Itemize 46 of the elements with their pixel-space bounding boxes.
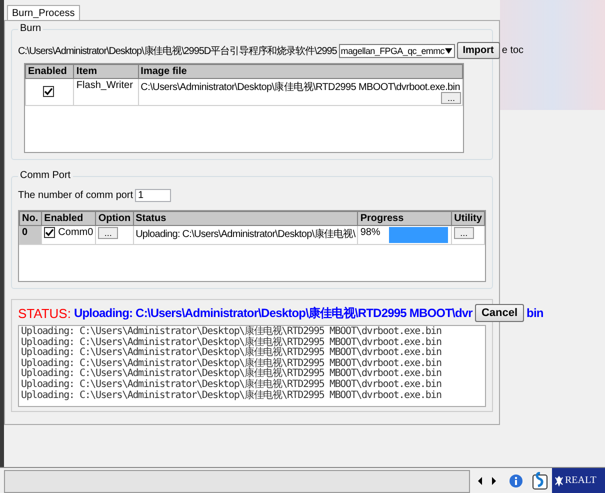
checkbox[interactable]: [42, 86, 54, 98]
column-header: Option: [96, 212, 134, 226]
status-text: Uploading: C:\Users\Administrator\Desktop\康佳电视\RTD2995 MBOOT\dvr: [74, 304, 472, 322]
info-icon[interactable]: [509, 474, 523, 488]
table-cell: Flash_Writer: [74, 78, 138, 106]
log-line: Uploading: C:\Users\Administrator\Desktop\康佳电视\RTD2995 MBOOT\dvrboot.exe.bin: [21, 380, 442, 390]
file-path-text: C:\Users\Administrator\Desktop\康佳电视\RTD2995 MBOOT\dvrboot.exe.bin: [140, 82, 460, 93]
group-title: Burn: [18, 23, 44, 34]
caret-icon[interactable]: [444, 48, 452, 54]
log-line: Uploading: C:\Users\Administrator\Desktop\康佳电视\RTD2995 MBOOT\dvrboot.exe.bin: [21, 369, 442, 380]
cancel-button[interactable]: Cancel: [475, 304, 524, 322]
field-label: The number of comm port: [18, 190, 134, 201]
column-header: Utility: [452, 212, 484, 226]
column-header: Image file: [138, 64, 462, 78]
checkbox[interactable]: [44, 227, 56, 238]
column-header: Status: [133, 212, 358, 226]
table-cell: Uploading: C:\Users\Administrator\Desktop\康佳电视\: [133, 226, 358, 244]
log-line: Uploading: C:\Users\Administrator\Desktop\康佳电视\RTD2995 MBOOT\dvrboot.exe.bin: [21, 348, 442, 358]
column-header: Enabled: [42, 212, 96, 226]
scroll-right-icon[interactable]: [490, 476, 498, 486]
group-title: Comm Port: [18, 170, 73, 181]
column-header: Item: [74, 64, 138, 78]
crab-icon: [554, 474, 564, 486]
option-button[interactable]: ...: [98, 227, 118, 239]
column-header: Progress: [358, 212, 452, 226]
progress-text: 98%: [360, 227, 380, 238]
status-label: STATUS:: [18, 306, 71, 320]
log-line: Uploading: C:\Users\Administrator\Desktop\康佳电视\RTD2995 MBOOT\dvrboot.exe.bin: [21, 390, 442, 402]
status-text-tail: bin: [526, 306, 544, 320]
log-line: Uploading: C:\Users\Administrator\Desktop\康佳电视\RTD2995 MBOOT\dvrboot.exe.bin: [21, 358, 442, 369]
column-header: No.: [20, 212, 42, 226]
partial-text: e toc: [502, 45, 524, 56]
port-name: Comm0: [58, 227, 94, 238]
row-number: 0: [20, 226, 42, 244]
scroll-left-icon[interactable]: [476, 476, 484, 486]
import-button[interactable]: Import: [456, 42, 500, 59]
target-dropdown[interactable]: magellan_FPGA_qc_emmc: [338, 44, 455, 58]
logo-text: REALT: [565, 475, 596, 486]
comm-port-count-field[interactable]: 1: [135, 189, 172, 202]
app-icon[interactable]: [532, 472, 548, 490]
log-line: Uploading: C:\Users\Administrator\Desktop\康佳电视\RTD2995 MBOOT\dvrboot.exe.bin: [21, 338, 442, 348]
tab[interactable]: Burn_Process: [7, 5, 80, 21]
browse-button[interactable]: ...: [441, 92, 461, 104]
utility-button[interactable]: ...: [454, 227, 474, 239]
column-header: Enabled: [26, 64, 74, 78]
path-text: C:\Users\Administrator\Desktop\康佳电视\2995D平台引导程序和烧录软件\2995: [18, 44, 337, 58]
